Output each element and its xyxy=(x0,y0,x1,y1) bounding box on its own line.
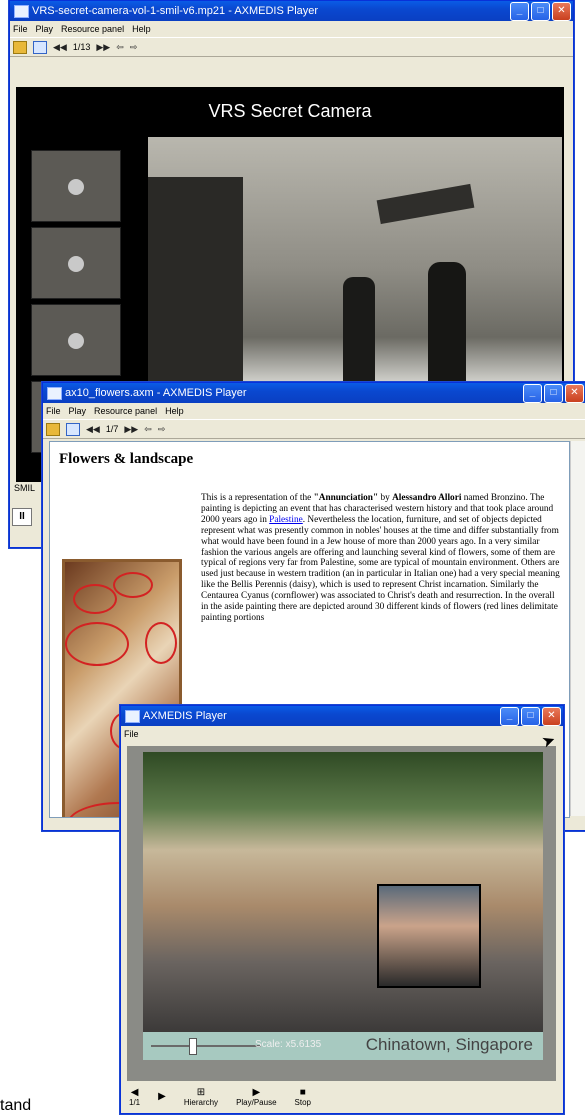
menu-help[interactable]: Help xyxy=(132,21,151,37)
menu-file[interactable]: File xyxy=(46,403,61,419)
page-counter: 1/7 xyxy=(105,424,119,434)
back-arrow-icon[interactable]: ⇦ xyxy=(144,424,152,435)
last-page-icon[interactable]: ▶▶ xyxy=(96,42,110,53)
open-folder-icon[interactable] xyxy=(46,422,60,436)
button-label: Stop xyxy=(294,1097,311,1107)
page-counter: 1/13 xyxy=(72,42,91,52)
next-button[interactable]: ▶ xyxy=(158,1081,166,1112)
player-window-chinatown[interactable]: AXMEDIS Player _ □ ✕ File Scale: x5.6135… xyxy=(120,705,564,1114)
maximize-button[interactable]: □ xyxy=(521,707,540,726)
zoom-inset xyxy=(377,884,481,988)
menu-bar: File Play Resource panel Help xyxy=(43,403,585,419)
close-button[interactable]: ✕ xyxy=(565,384,584,403)
prev-button[interactable]: ◀ 1/1 xyxy=(129,1081,140,1112)
scale-readout: Scale: x5.6135 xyxy=(255,1039,322,1050)
video-title: VRS Secret Camera xyxy=(208,101,372,121)
close-button[interactable]: ✕ xyxy=(552,2,571,21)
title-bar[interactable]: AXMEDIS Player _ □ ✕ xyxy=(121,706,563,726)
button-label: Hierarchy xyxy=(183,1097,219,1107)
highlight-oval xyxy=(113,572,153,598)
video-person xyxy=(343,277,375,397)
thumbnail[interactable] xyxy=(31,227,121,299)
next-icon: ▶ xyxy=(158,1091,166,1102)
minimize-button[interactable]: _ xyxy=(500,707,519,726)
text-run: . Nevertheless the location, furniture, … xyxy=(201,514,560,623)
window-title: VRS-secret-camera-vol-1-smil-v6.mp21 - A… xyxy=(32,5,319,17)
menu-bar: File Play Resource panel Help xyxy=(10,21,573,37)
open-folder-icon[interactable] xyxy=(13,40,27,54)
app-icon xyxy=(125,710,140,723)
artist-name: Alessandro Allori xyxy=(392,493,462,503)
page-counter: 1/1 xyxy=(129,1097,141,1107)
play-icon xyxy=(68,256,84,272)
video-person xyxy=(428,262,466,397)
menu-file[interactable]: File xyxy=(124,726,139,743)
play-pause-button[interactable]: ▶ Play/Pause xyxy=(236,1081,276,1112)
menu-play[interactable]: Play xyxy=(69,403,87,419)
slider-handle[interactable] xyxy=(189,1038,197,1055)
app-icon xyxy=(47,387,62,400)
maximize-button[interactable]: □ xyxy=(531,2,550,21)
app-icon xyxy=(14,5,29,18)
first-page-icon[interactable]: ◀◀ xyxy=(86,424,100,435)
menu-bar: File xyxy=(121,726,563,743)
close-button[interactable]: ✕ xyxy=(542,707,561,726)
text-run: by xyxy=(378,493,393,503)
highlight-oval xyxy=(73,584,117,614)
palestine-link[interactable]: Palestine xyxy=(269,515,303,525)
title-bar[interactable]: ax10_flowers.axm - AXMEDIS Player _ □ ✕ xyxy=(43,383,585,403)
footer-text: tand xyxy=(0,1097,32,1114)
play-icon xyxy=(68,333,84,349)
stop-button[interactable]: ■ Stop xyxy=(295,1081,311,1112)
window-title: AXMEDIS Player xyxy=(143,710,227,722)
menu-help[interactable]: Help xyxy=(165,403,184,419)
image-viewer: Scale: x5.6135 Chinatown, Singapore xyxy=(127,746,556,1081)
menu-file[interactable]: File xyxy=(13,21,28,37)
artwork-title: "Annunciation" xyxy=(313,493,379,503)
forward-arrow-icon[interactable]: ⇨ xyxy=(158,424,166,435)
pause-button[interactable]: II xyxy=(12,508,32,526)
highlight-oval xyxy=(65,622,129,666)
status-label: SMIL xyxy=(14,483,36,493)
play-icon: ▶ xyxy=(252,1086,261,1098)
hierarchy-icon[interactable] xyxy=(33,40,47,54)
menu-resource-panel[interactable]: Resource panel xyxy=(61,21,124,37)
back-arrow-icon[interactable]: ⇦ xyxy=(116,42,124,53)
menu-resource-panel[interactable]: Resource panel xyxy=(94,403,157,419)
highlight-oval xyxy=(145,622,177,664)
last-page-icon[interactable]: ▶▶ xyxy=(124,424,138,435)
toolbar: ◀◀ 1/7 ▶▶ ⇦ ⇨ xyxy=(43,419,585,439)
button-label: Play/Pause xyxy=(236,1097,277,1107)
video-sign xyxy=(376,183,475,225)
description-text: This is a representation of the "Annunci… xyxy=(201,493,563,624)
scale-band: Scale: x5.6135 Chinatown, Singapore xyxy=(143,1032,543,1060)
hierarchy-icon: ⊞ xyxy=(196,1086,206,1098)
stop-icon: ■ xyxy=(299,1086,306,1098)
page-heading: Flowers & landscape xyxy=(59,451,194,467)
play-icon xyxy=(68,179,84,195)
chinatown-photo[interactable] xyxy=(143,752,543,1032)
toolbar: ◀◀ 1/13 ▶▶ ⇦ ⇨ xyxy=(10,37,573,57)
first-page-icon[interactable]: ◀◀ xyxy=(53,42,67,53)
hierarchy-icon[interactable] xyxy=(66,422,80,436)
forward-arrow-icon[interactable]: ⇨ xyxy=(130,42,138,53)
title-bar[interactable]: VRS-secret-camera-vol-1-smil-v6.mp21 - A… xyxy=(10,1,573,21)
menu-play[interactable]: Play xyxy=(36,21,54,37)
thumbnail[interactable] xyxy=(31,304,121,376)
text-run: This is a representation of the xyxy=(201,493,314,503)
thumbnail[interactable] xyxy=(31,150,121,222)
image-caption: Chinatown, Singapore xyxy=(365,1035,533,1054)
hierarchy-button[interactable]: ⊞ Hierarchy xyxy=(184,1081,218,1112)
player-controls: ◀ 1/1 ▶ ⊞ Hierarchy ▶ Play/Pause ■ Stop xyxy=(121,1081,569,1112)
minimize-button[interactable]: _ xyxy=(510,2,529,21)
window-title: ax10_flowers.axm - AXMEDIS Player xyxy=(65,387,247,399)
zoom-slider[interactable] xyxy=(151,1038,261,1055)
vertical-scrollbar[interactable] xyxy=(570,441,585,816)
prev-icon: ◀ xyxy=(130,1086,139,1098)
minimize-button[interactable]: _ xyxy=(523,384,542,403)
maximize-button[interactable]: □ xyxy=(544,384,563,403)
